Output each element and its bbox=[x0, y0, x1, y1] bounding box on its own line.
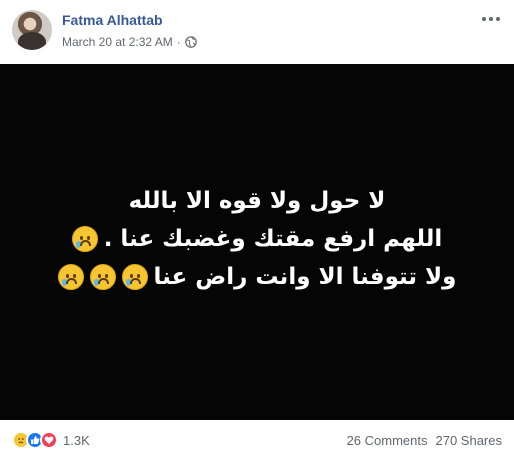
author-name[interactable]: Fatma Alhattab bbox=[62, 12, 163, 28]
image-text-line-1: لا حول ولا قوه الا بالله bbox=[58, 182, 457, 220]
meta-separator: · bbox=[176, 35, 181, 49]
shares-count[interactable]: 270 Shares bbox=[436, 433, 503, 448]
crying-face-icon bbox=[57, 264, 84, 290]
line-text: اللهم ارفع مقتك وغضبك عنا . bbox=[103, 226, 443, 252]
love-reaction-icon bbox=[40, 431, 58, 449]
line-text: ولا تتوفنا الا وانت راض عنا bbox=[153, 264, 457, 290]
image-text: لا حول ولا قوه الا بالله اللهم ارفع مقتك… bbox=[57, 182, 457, 296]
comments-count[interactable]: 26 Comments bbox=[347, 433, 428, 448]
avatar[interactable] bbox=[12, 10, 52, 50]
engagement-counts: 26 Comments 270 Shares bbox=[347, 433, 502, 448]
post-meta: March 20 at 2:32 AM · bbox=[62, 35, 197, 49]
reaction-summary[interactable]: 1.3K bbox=[12, 431, 90, 449]
crying-face-icon bbox=[89, 264, 116, 290]
more-horizontal-icon[interactable] bbox=[482, 14, 502, 24]
image-text-line-3: ولا تتوفنا الا وانت راض عنا bbox=[57, 258, 457, 296]
image-text-line-2: اللهم ارفع مقتك وغضبك عنا . bbox=[58, 220, 457, 258]
reaction-count[interactable]: 1.3K bbox=[63, 433, 90, 448]
crying-face-icon bbox=[121, 264, 148, 290]
line-text: لا حول ولا قوه الا بالله bbox=[128, 188, 386, 214]
crying-face-icon bbox=[71, 226, 98, 252]
globe-icon[interactable] bbox=[184, 36, 197, 48]
post-header: Fatma Alhattab March 20 at 2:32 AM · bbox=[0, 0, 514, 64]
post-timestamp[interactable]: March 20 at 2:32 AM bbox=[62, 35, 173, 49]
post-image[interactable]: لا حول ولا قوه الا بالله اللهم ارفع مقتك… bbox=[0, 64, 514, 420]
post-footer: 1.3K 26 Comments 270 Shares bbox=[0, 420, 514, 461]
